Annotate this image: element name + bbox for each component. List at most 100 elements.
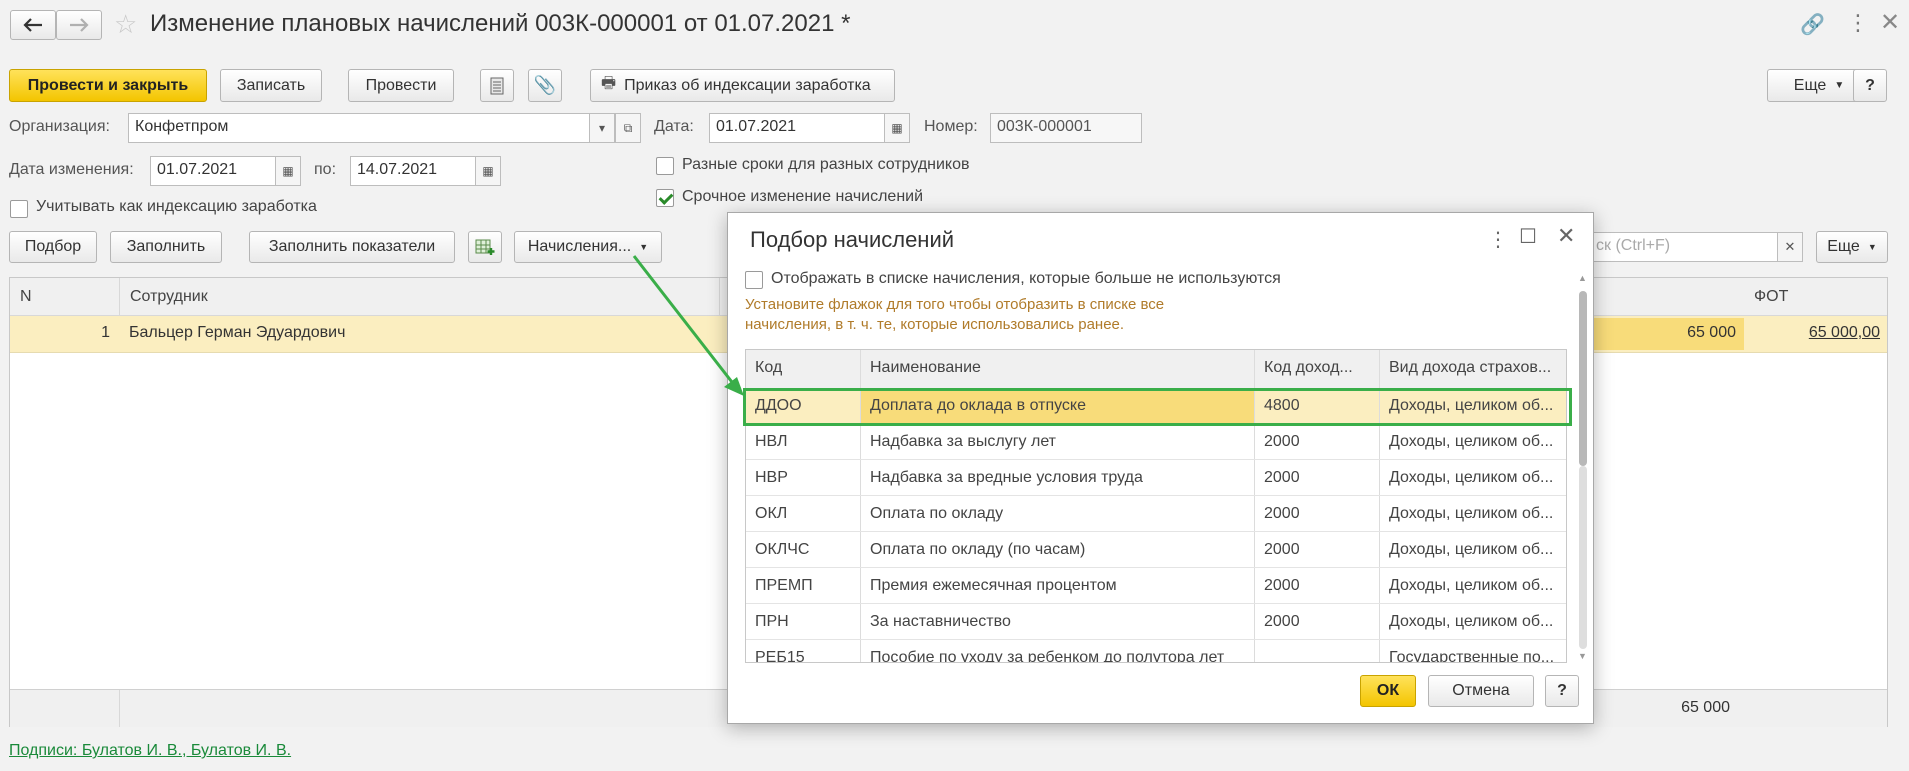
report-button[interactable] <box>480 69 514 102</box>
cell-income-code: 2000 <box>1255 424 1380 459</box>
cell-name: Оплата по окладу <box>861 496 1255 531</box>
dialog-scrollbar[interactable]: ▲ ▼ <box>1578 273 1588 663</box>
grid-row[interactable]: ПРН За наставничество 2000 Доходы, целиком … <box>746 604 1566 640</box>
grid-row[interactable]: НВР Надбавка за вредные условия труда 2000… <box>746 460 1566 496</box>
calendar-to-button[interactable]: ▦ <box>475 156 501 186</box>
org-open-button[interactable]: ⧉ <box>615 113 641 143</box>
cell-name: Пособие по уходу за ребенком до полутора… <box>861 640 1255 662</box>
org-field[interactable]: Конфетпром <box>128 113 590 143</box>
org-dropdown-button[interactable]: ▾ <box>589 113 615 143</box>
to-label: по: <box>314 161 337 178</box>
post-and-close-button[interactable]: Провести и закрыть <box>9 69 207 102</box>
cell-code: НВЛ <box>746 424 861 459</box>
printer-icon: 🖶 <box>601 75 617 92</box>
col-header-fot[interactable]: ФОТ <box>1744 278 1887 316</box>
more-label: Еще <box>1793 76 1827 94</box>
cell-code: ОКЛ <box>746 496 861 531</box>
cell-name: Оплата по окладу (по часам) <box>861 532 1255 567</box>
close-icon[interactable]: ✕ <box>1880 8 1900 37</box>
change-date-to-field[interactable]: 14.07.2021 <box>350 156 476 186</box>
open-window-icon: ⧉ <box>623 120 633 135</box>
calendar-from-button[interactable]: ▦ <box>275 156 301 186</box>
col-header-n[interactable]: N <box>10 278 120 316</box>
number-label: Номер: <box>924 118 978 135</box>
cell-income-type: Доходы, целиком об... <box>1389 541 1554 558</box>
row-fot-link[interactable]: 65 000,00 <box>1770 324 1880 342</box>
cell-code: ПРЕМП <box>746 568 861 603</box>
col-header-code[interactable]: Код <box>746 350 861 388</box>
grid-row[interactable]: ПРЕМП Премия ежемесячная процентом 2000 Дох… <box>746 568 1566 604</box>
dialog-menu-icon[interactable]: ⋮ <box>1488 227 1508 252</box>
urgent-checkbox[interactable] <box>656 189 674 207</box>
cancel-button[interactable]: Отмена <box>1428 675 1534 707</box>
table-more-button[interactable]: Еще ▼ <box>1816 231 1888 263</box>
accruals-label: Начисления... <box>527 238 632 255</box>
date-label: Дата: <box>654 118 694 135</box>
cell-code: ПРН <box>746 604 861 639</box>
grid-header: Код Наименование Код доход... Вид дохода… <box>746 350 1566 389</box>
search-clear-button[interactable]: ✕ <box>1777 232 1803 262</box>
grid-row[interactable]: РЕБ15 Пособие по уходу за ребенком до пол… <box>746 640 1566 662</box>
col-header-name[interactable]: Наименование <box>861 350 1255 388</box>
help-button[interactable]: ? <box>1853 69 1887 102</box>
scroll-down-icon[interactable]: ▼ <box>1578 651 1587 661</box>
page-title: Изменение плановых начислений 003К-00000… <box>150 10 851 37</box>
show-unused-label: Отображать в списке начисления, которые … <box>771 270 1281 287</box>
cell-income-code: 2000 <box>1255 460 1380 495</box>
ok-button[interactable]: ОК <box>1360 675 1416 707</box>
forward-button[interactable] <box>56 10 102 40</box>
change-date-from-field[interactable]: 01.07.2021 <box>150 156 276 186</box>
cell-code: НВР <box>746 460 861 495</box>
fill-indicators-button[interactable]: Заполнить показатели <box>249 231 455 263</box>
cell-name: За наставничество <box>861 604 1255 639</box>
dialog-close-icon[interactable]: ✕ <box>1557 223 1575 249</box>
favorite-star-icon[interactable]: ☆ <box>114 9 137 40</box>
document-icon <box>490 77 504 94</box>
number-field[interactable]: 003К-000001 <box>990 113 1142 143</box>
arrow-left-icon <box>23 18 42 32</box>
cell-income-code: 2000 <box>1255 568 1380 603</box>
pick-accruals-dialog: Подбор начислений ⋮ ☐ ✕ Отображать в спи… <box>727 212 1594 724</box>
row-employee: Бальцер Герман Эдуардович <box>129 324 346 341</box>
scroll-up-icon[interactable]: ▲ <box>1578 273 1587 283</box>
diff-terms-checkbox[interactable] <box>656 157 674 175</box>
cell-income-type: Доходы, целиком об... <box>1389 613 1554 630</box>
back-button[interactable] <box>10 10 56 40</box>
grid-row[interactable]: ОКЛ Оплата по окладу 2000 Доходы, целиком о… <box>746 496 1566 532</box>
cell-income-code: 2000 <box>1255 496 1380 531</box>
arrow-right-icon <box>70 18 89 32</box>
pick-button[interactable]: Подбор <box>9 231 97 263</box>
grid-row[interactable]: ОКЛЧС Оплата по окладу (по часам) 2000 Дохо… <box>746 532 1566 568</box>
kebab-menu-icon[interactable]: ⋮ <box>1847 10 1869 36</box>
link-icon[interactable]: 🔗 <box>1800 12 1825 37</box>
print-order-button[interactable]: 🖶 Приказ об индексации заработка <box>590 69 895 102</box>
add-column-button[interactable] <box>468 231 502 263</box>
date-field[interactable]: 01.07.2021 <box>709 113 885 143</box>
cell-name: Надбавка за выслугу лет <box>861 424 1255 459</box>
print-order-label: Приказ об индексации заработка <box>624 76 871 94</box>
scroll-thumb[interactable] <box>1579 291 1587 466</box>
signatures-link[interactable]: Подписи: Булатов И. В., Булатов И. В. <box>9 742 291 760</box>
dialog-help-button[interactable]: ? <box>1545 675 1579 707</box>
cell-name: Премия ежемесячная процентом <box>861 568 1255 603</box>
grid-row[interactable]: НВЛ Надбавка за выслугу лет 2000 Доходы, це… <box>746 424 1566 460</box>
dialog-title: Подбор начислений <box>750 227 955 252</box>
diff-terms-label: Разные сроки для разных сотрудников <box>682 156 970 173</box>
attachments-button[interactable]: 📎 <box>528 69 562 102</box>
cell-code: ОКЛЧС <box>746 532 861 567</box>
save-button[interactable]: Записать <box>220 69 322 102</box>
search-input[interactable]: ск (Ctrl+F) <box>1590 232 1778 262</box>
clear-icon: ✕ <box>1784 239 1796 254</box>
title-bar: ☆ Изменение плановых начислений 003К-000… <box>0 0 1909 52</box>
footer-total: 65 000 <box>1681 699 1730 716</box>
col-header-income-type[interactable]: Вид дохода страхов... <box>1380 350 1566 388</box>
col-header-income-code[interactable]: Код доход... <box>1255 350 1380 388</box>
maximize-icon[interactable]: ☐ <box>1519 224 1537 249</box>
post-button[interactable]: Провести <box>348 69 454 102</box>
annotation-arrow <box>632 255 744 396</box>
date-calendar-button[interactable]: ▦ <box>884 113 910 143</box>
org-label: Организация: <box>9 118 110 135</box>
chevron-down-icon: ▾ <box>598 121 606 135</box>
indexation-checkbox[interactable] <box>10 200 28 218</box>
fill-button[interactable]: Заполнить <box>110 231 222 263</box>
